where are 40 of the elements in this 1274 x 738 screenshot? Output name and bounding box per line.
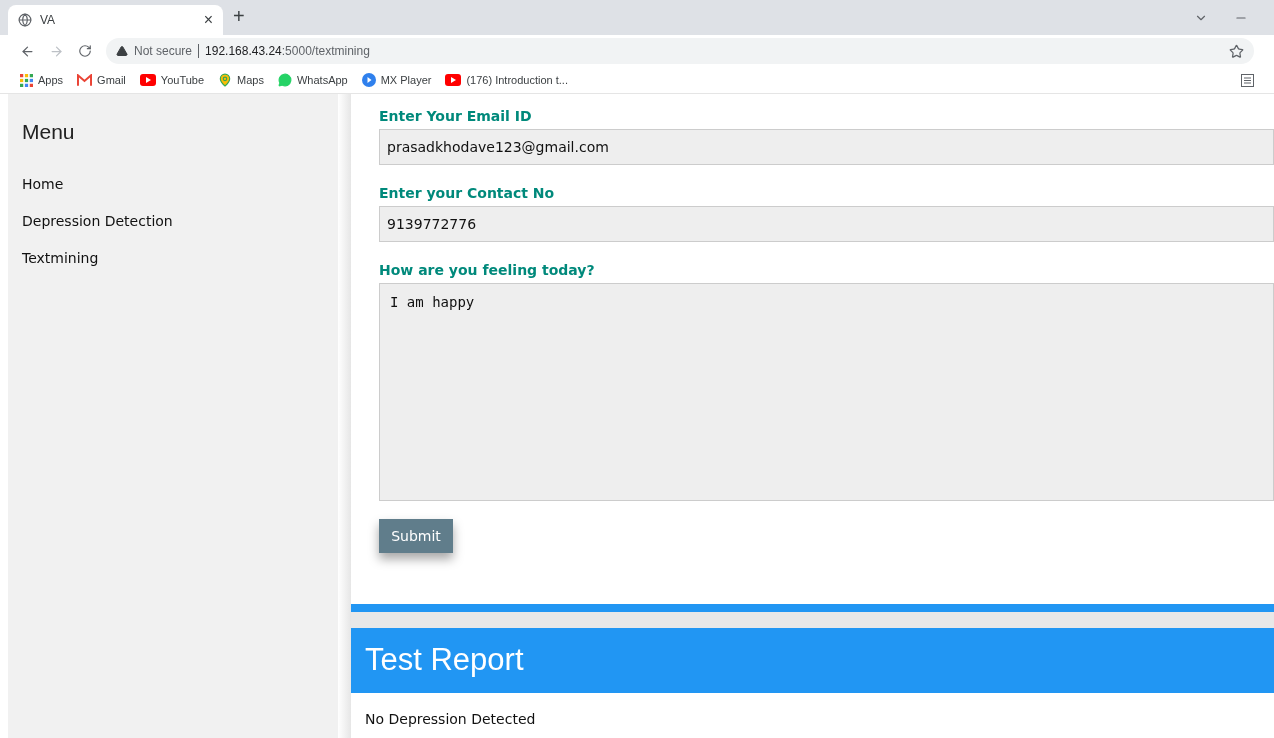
field-label: Enter Your Email ID: [379, 107, 533, 126]
report-title: Test Report: [365, 641, 524, 680]
map-pin-icon: [218, 73, 233, 87]
apps-grid-icon: [20, 73, 33, 87]
bookmark-link[interactable]: Apps: [20, 71, 64, 89]
bookmark-link[interactable]: WhatsApp: [277, 71, 348, 89]
feeling-textarea[interactable]: I am happy: [379, 283, 1274, 501]
tab-title: VA: [40, 12, 57, 29]
bookmark-link[interactable]: Maps: [218, 71, 264, 89]
reload-icon[interactable]: [78, 44, 92, 58]
menu-title: Menu: [21, 119, 76, 145]
video-play-icon: [445, 74, 462, 86]
bookmark-link[interactable]: (176) Introduction t...: [445, 71, 568, 89]
back-icon[interactable]: [20, 43, 35, 59]
bookmark-link[interactable]: MX Player: [361, 71, 432, 89]
field-label: How are you feeling today?: [379, 261, 596, 280]
globe-icon: [18, 13, 32, 27]
field-label: Enter your Contact No: [379, 184, 556, 203]
security-label: Not secure: [134, 43, 193, 60]
url-text: 192.168.43.24:5000/textmining: [205, 43, 370, 60]
report-result: No Depression Detected: [364, 710, 537, 729]
submit-button[interactable]: Submit: [379, 519, 453, 553]
bookmark-link[interactable]: YouTube: [139, 71, 205, 89]
warning-icon: [116, 45, 128, 57]
menu-item[interactable]: Textmining: [8, 239, 338, 277]
input-field[interactable]: prasadkhodave123@gmail.com: [379, 129, 1274, 165]
bookmark-star-icon[interactable]: [1229, 43, 1244, 59]
address-bar[interactable]: Not secure 192.168.43.24:5000/textmining: [106, 38, 1254, 64]
browser-tab[interactable]: VA ×: [8, 5, 223, 35]
bookmark-link[interactable]: Gmail: [77, 71, 126, 89]
input-field[interactable]: 9139772776: [379, 206, 1274, 242]
play-icon: [361, 73, 376, 87]
chat-icon: [277, 73, 292, 87]
new-tab-button[interactable]: +: [233, 1, 245, 31]
reading-list-icon[interactable]: [1241, 73, 1254, 87]
menu-item[interactable]: Home: [8, 165, 338, 203]
mail-icon: [77, 74, 93, 86]
menu-item[interactable]: Depression Detection: [8, 202, 338, 240]
video-play-icon: [139, 74, 156, 86]
tab-close-button[interactable]: ×: [203, 8, 213, 32]
